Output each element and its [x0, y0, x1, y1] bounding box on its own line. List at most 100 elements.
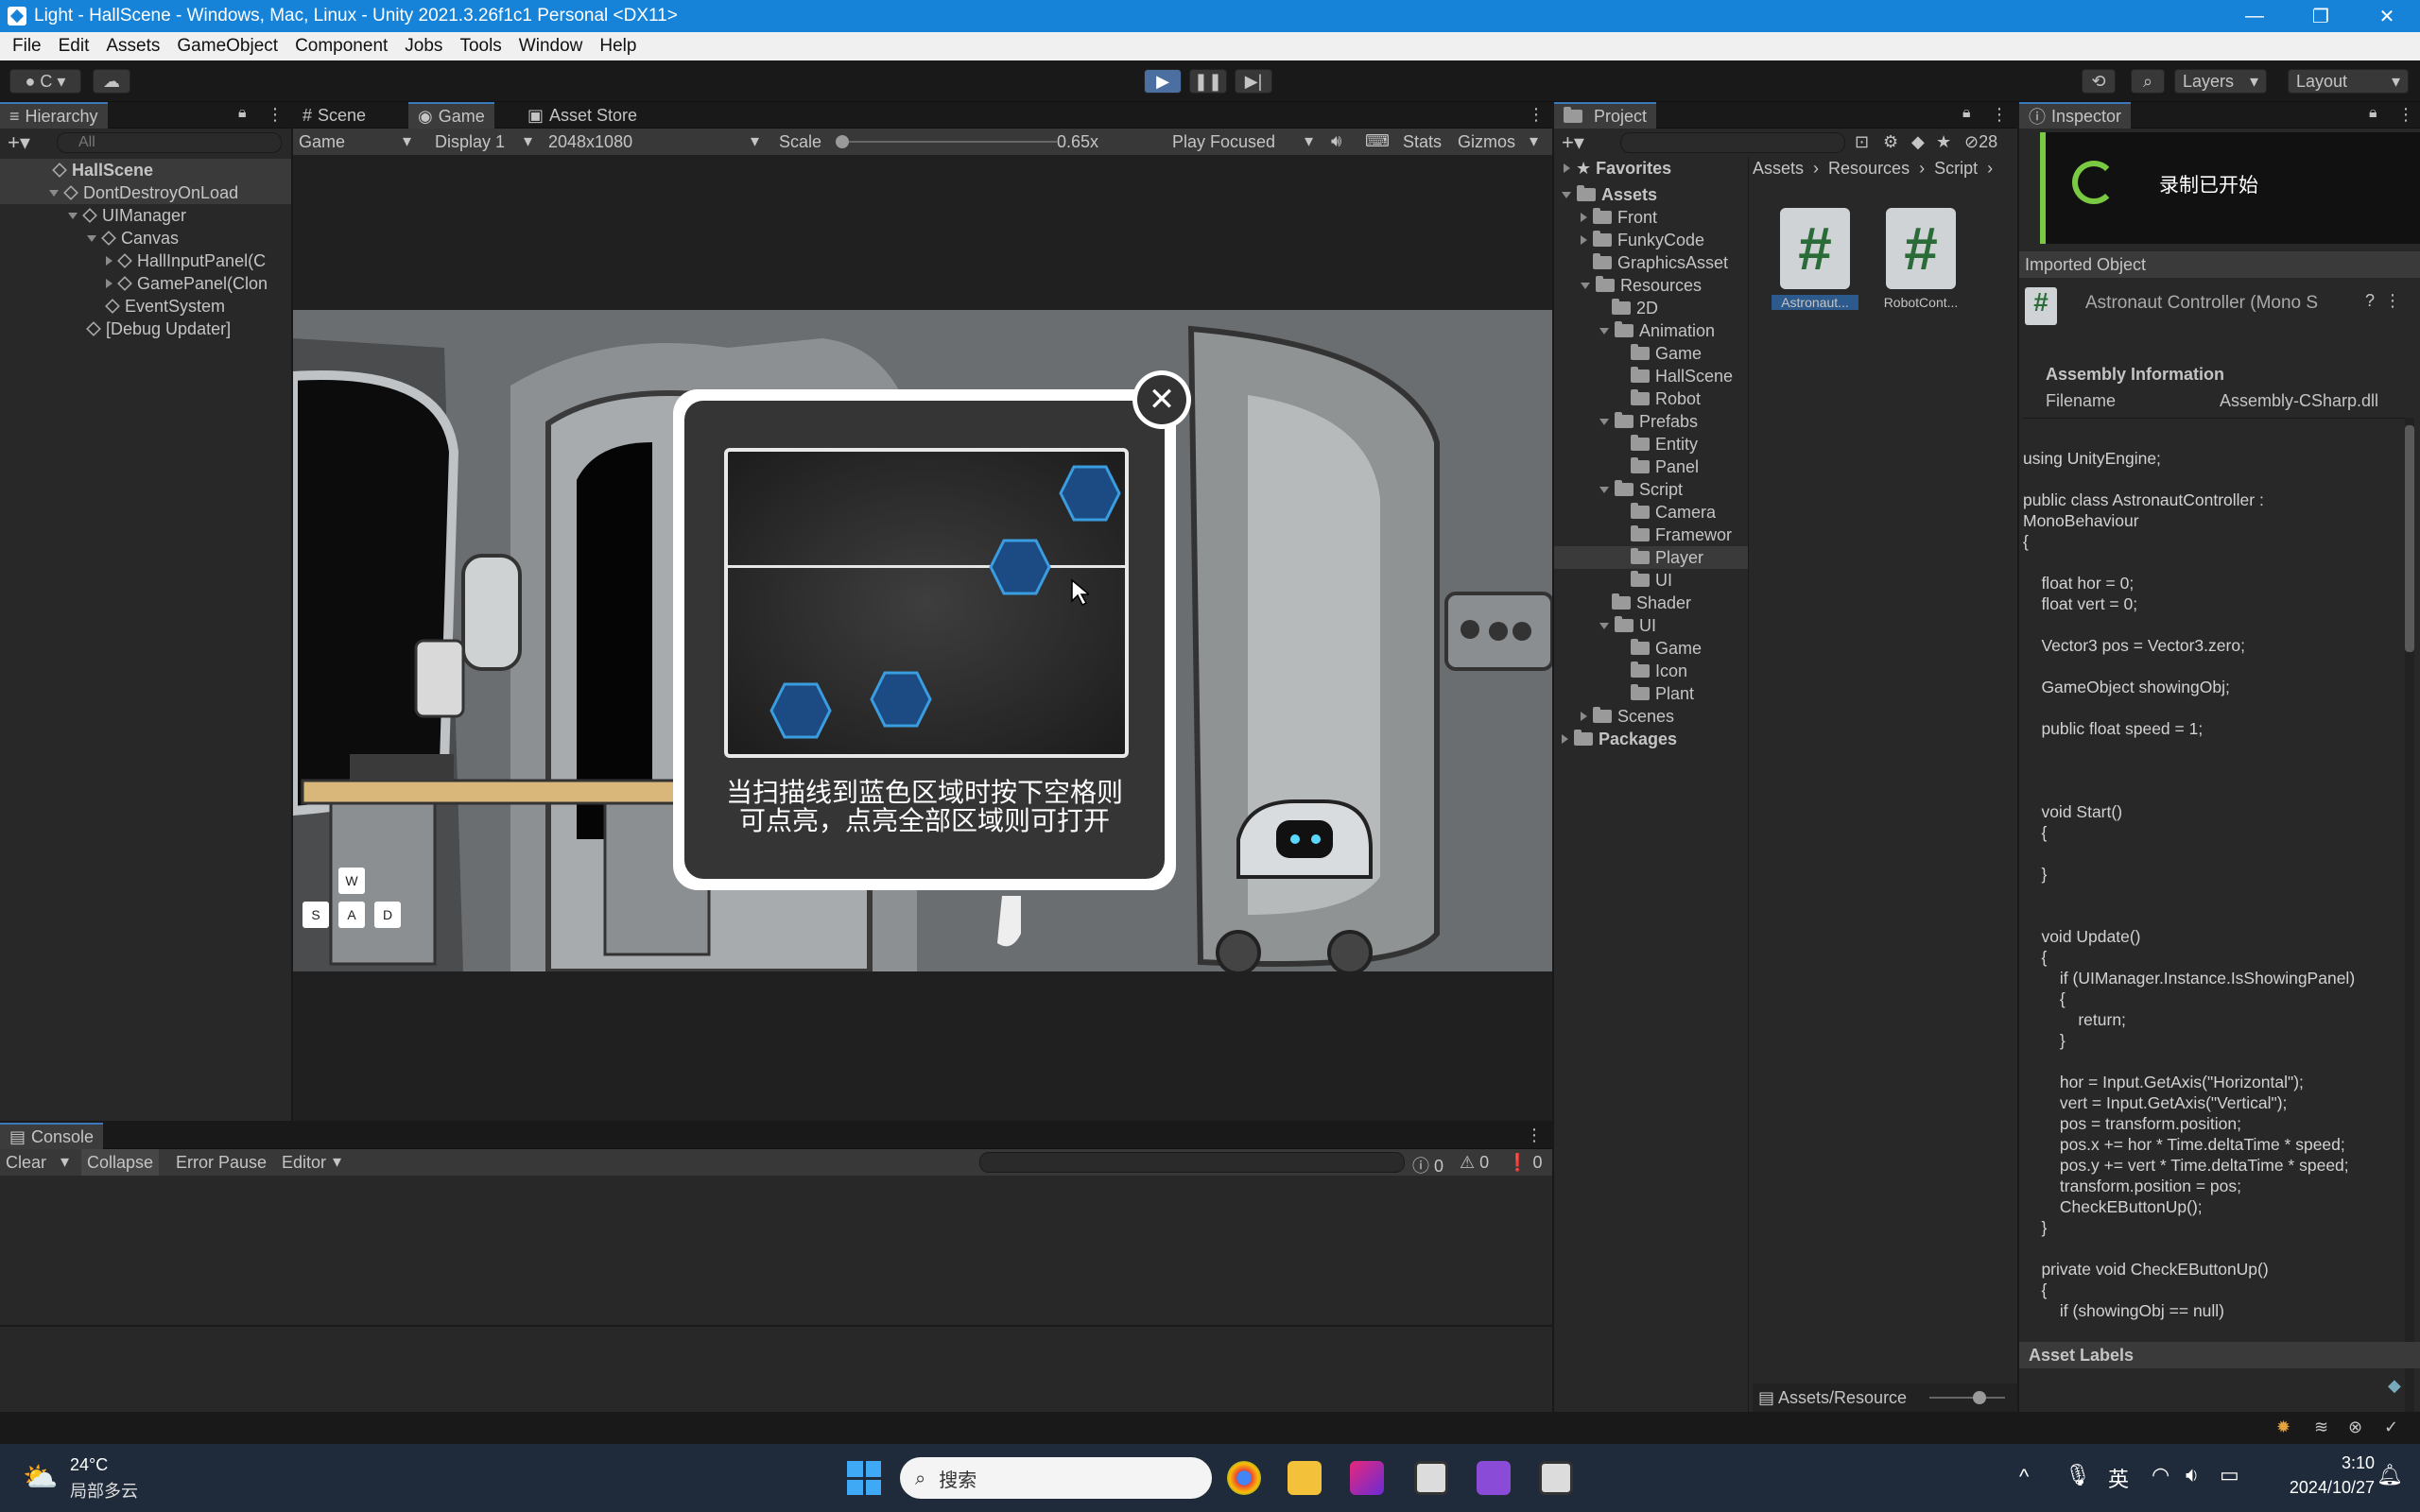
- error-count-toggle[interactable]: ❗ 0: [1507, 1153, 1542, 1173]
- folder-item-script[interactable]: Script: [1554, 478, 1748, 501]
- more-options-icon[interactable]: ⋮: [2397, 105, 2414, 125]
- expand-arrow-icon[interactable]: [1599, 622, 1609, 629]
- label-icon[interactable]: ◆: [1911, 132, 1925, 152]
- volume-icon[interactable]: 🔉︎: [2186, 1463, 2199, 1487]
- game-render[interactable]: W S A D 当扫描线到蓝色区域时按下空格则 可点亮，点亮全部区域则可打开 ✕: [293, 310, 1552, 971]
- folder-item-front[interactable]: Front: [1554, 206, 1748, 229]
- tab-scene[interactable]: # Scene: [293, 102, 375, 129]
- menu-component[interactable]: Component: [286, 36, 396, 57]
- minimize-button[interactable]: —: [2221, 0, 2288, 32]
- lock-icon[interactable]: 🔒︎: [1962, 105, 1971, 122]
- battery-icon[interactable]: ▭: [2220, 1463, 2239, 1487]
- folder-item-plant[interactable]: Plant: [1554, 682, 1748, 705]
- clear-button[interactable]: Clear: [6, 1153, 46, 1173]
- search-button[interactable]: ⌕: [2131, 69, 2165, 94]
- error-pause-button[interactable]: Error Pause: [176, 1153, 267, 1173]
- tab-inspector[interactable]: ⓘ Inspector: [2019, 102, 2132, 129]
- more-options-icon[interactable]: ⋮: [1526, 1125, 1543, 1145]
- folder-item-robot[interactable]: Robot: [1554, 387, 1748, 410]
- tag-icon[interactable]: ◆: [2388, 1376, 2401, 1396]
- create-icon[interactable]: +▾: [1562, 130, 1584, 155]
- tab-console[interactable]: ▤ Console: [0, 1123, 104, 1149]
- folder-item-entity[interactable]: Entity: [1554, 433, 1748, 455]
- mute-audio-icon[interactable]: 🔊︎: [1331, 131, 1341, 151]
- folder-item-animation[interactable]: Animation: [1554, 319, 1748, 342]
- favorites-section[interactable]: ★ Favorites: [1554, 157, 1748, 180]
- folder-item-game[interactable]: Game: [1554, 637, 1748, 660]
- folder-item-shader[interactable]: Shader: [1554, 592, 1748, 614]
- chevron-down-icon[interactable]: ▾: [60, 1152, 69, 1172]
- menu-jobs[interactable]: Jobs: [396, 36, 451, 57]
- ime-indicator[interactable]: 英: [2108, 1463, 2129, 1493]
- hierarchy-item-canvas[interactable]: Canvas: [0, 227, 291, 249]
- breadcrumb-assets[interactable]: Assets: [1753, 159, 1804, 179]
- stats-button[interactable]: Stats: [1403, 132, 1442, 152]
- notification-bell-icon[interactable]: 🔔︎: [2377, 1463, 2403, 1487]
- folder-item-framewor[interactable]: Framewor: [1554, 524, 1748, 546]
- hierarchy-item-debug-updater[interactable]: [Debug Updater]: [0, 318, 291, 340]
- hierarchy-item-hallinputpanel[interactable]: HallInputPanel(C: [0, 249, 291, 272]
- folder-item-graphicsasset[interactable]: GraphicsAsset: [1554, 251, 1748, 274]
- menu-edit[interactable]: Edit: [50, 36, 98, 57]
- collapse-button[interactable]: Collapse: [81, 1149, 160, 1176]
- expand-arrow-icon[interactable]: [87, 234, 96, 242]
- scale-slider-handle[interactable]: [836, 135, 849, 148]
- step-button[interactable]: ▶|: [1235, 69, 1272, 94]
- help-icon[interactable]: ?: [2365, 291, 2375, 311]
- console-split-divider[interactable]: [0, 1325, 1552, 1327]
- asset-astronaut-controller[interactable]: # Astronaut...: [1772, 208, 1858, 310]
- expand-arrow-icon[interactable]: [1599, 418, 1609, 425]
- menu-help[interactable]: Help: [591, 36, 645, 57]
- check-icon[interactable]: ✓: [2384, 1418, 2398, 1437]
- collapsed-arrow-icon[interactable]: [1562, 734, 1568, 744]
- hierarchy-item-hallscene[interactable]: HallScene: [0, 159, 291, 181]
- folder-item-resources[interactable]: Resources: [1554, 274, 1748, 297]
- more-options-icon[interactable]: ⋮: [1991, 105, 2008, 125]
- folder-item-camera[interactable]: Camera: [1554, 501, 1748, 524]
- folder-item-scenes[interactable]: Scenes: [1554, 705, 1748, 728]
- layout-dropdown[interactable]: Layout ▾: [2288, 69, 2409, 94]
- collapsed-arrow-icon[interactable]: [1581, 712, 1587, 721]
- keyboard-icon[interactable]: ⌨: [1365, 131, 1390, 151]
- tab-project[interactable]: Project: [1554, 102, 1657, 129]
- chrome-icon[interactable]: [1227, 1461, 1261, 1495]
- tab-game[interactable]: ◉ Game: [408, 102, 494, 129]
- add-icon[interactable]: +▾: [8, 130, 30, 155]
- lock-icon[interactable]: 🔒︎: [238, 105, 247, 122]
- menu-gameobject[interactable]: GameObject: [168, 36, 286, 57]
- collapsed-arrow-icon[interactable]: [106, 256, 112, 266]
- stack-icon[interactable]: ≋: [2314, 1418, 2328, 1437]
- scan-area[interactable]: [724, 448, 1129, 758]
- collapsed-arrow-icon[interactable]: [106, 279, 112, 288]
- lock-icon[interactable]: 🔒︎: [2369, 105, 2377, 122]
- hierarchy-item-eventsystem[interactable]: EventSystem: [0, 295, 291, 318]
- resolution-dropdown[interactable]: 2048x1080: [548, 132, 632, 152]
- pause-button[interactable]: ❚❚: [1189, 69, 1227, 94]
- display-mode-dropdown[interactable]: Game: [299, 132, 345, 152]
- menu-window[interactable]: Window: [510, 36, 592, 57]
- taskbar-search[interactable]: ⌕ 搜索: [900, 1457, 1212, 1499]
- search-by-type-icon[interactable]: ⊡: [1855, 132, 1869, 152]
- folder-item-2d[interactable]: 2D: [1554, 297, 1748, 319]
- hierarchy-item-uimanager[interactable]: UIManager: [0, 204, 291, 227]
- popup-close-button[interactable]: ✕: [1132, 370, 1191, 429]
- settings-icon[interactable]: ⋮: [2384, 291, 2401, 311]
- expand-arrow-icon[interactable]: [68, 212, 78, 219]
- info-count-toggle[interactable]: ⓘ 0: [1412, 1153, 1443, 1177]
- expand-arrow-icon[interactable]: [1599, 486, 1609, 493]
- play-button[interactable]: ▶: [1144, 69, 1182, 94]
- windows-start-icon[interactable]: [847, 1461, 881, 1495]
- display-dropdown[interactable]: Display 1: [435, 132, 505, 152]
- wifi-icon[interactable]: ◠: [2152, 1463, 2169, 1487]
- debug-icon[interactable]: ⊗: [2348, 1418, 2362, 1437]
- expand-arrow-icon[interactable]: [1562, 191, 1571, 198]
- tab-hierarchy[interactable]: ≡ Hierarchy: [0, 102, 108, 129]
- layers-dropdown[interactable]: Layers ▾: [2174, 69, 2267, 94]
- breadcrumb-script[interactable]: Script: [1934, 159, 1978, 179]
- folder-item-icon[interactable]: Icon: [1554, 660, 1748, 682]
- folder-item-assets[interactable]: Assets: [1554, 183, 1748, 206]
- gizmos-button[interactable]: Gizmos: [1458, 132, 1515, 152]
- account-button[interactable]: ● C ▾: [9, 69, 81, 94]
- menu-assets[interactable]: Assets: [97, 36, 168, 57]
- maximize-button[interactable]: ❐: [2288, 0, 2354, 32]
